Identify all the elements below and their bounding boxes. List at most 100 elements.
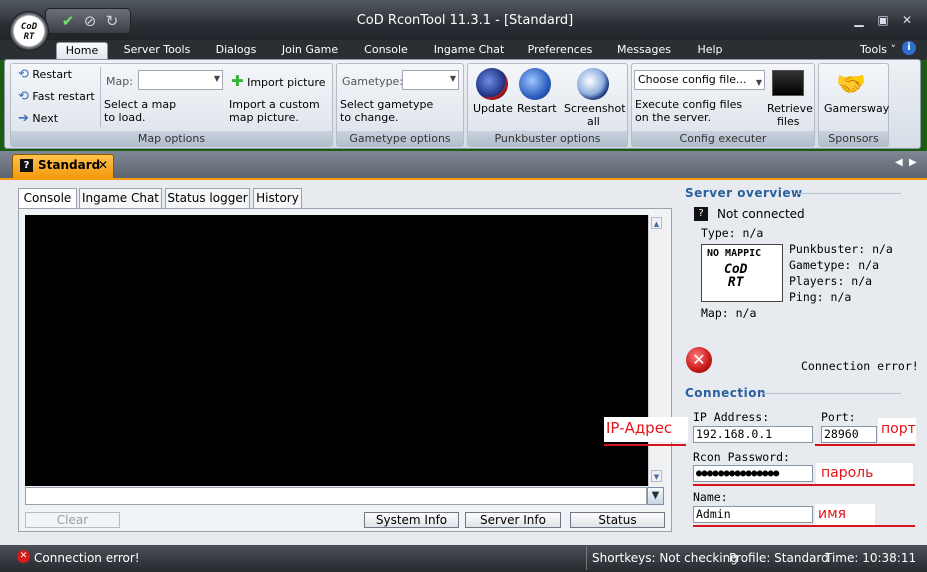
tab-console-view[interactable]: Console: [18, 188, 77, 210]
clear-button[interactable]: Clear: [25, 512, 120, 528]
tab-server-tools[interactable]: Server Tools: [118, 42, 196, 60]
config-hint-line2: on the server.: [635, 111, 712, 124]
retrieve-files-label-2[interactable]: files: [777, 115, 799, 128]
restart-icon: ⟲: [18, 67, 29, 82]
divider: [797, 193, 901, 194]
next-button[interactable]: ➔ Next: [18, 111, 58, 126]
fast-restart-button[interactable]: ⟲ Fast restart: [18, 89, 95, 104]
document-tab-close[interactable]: ✕: [98, 158, 108, 172]
retrieve-files-icon[interactable]: [772, 70, 804, 96]
divider: [763, 393, 901, 394]
handshake-icon[interactable]: 🤝: [836, 70, 866, 98]
import-picture-label: Import picture: [247, 76, 326, 89]
import-picture-button[interactable]: ✚ Import picture: [231, 72, 326, 90]
update-button-label[interactable]: Update: [473, 102, 513, 115]
import-hint-line2: map picture.: [229, 111, 299, 124]
profile-status: Profile: Standard: [729, 551, 829, 565]
update-icon[interactable]: [476, 68, 508, 100]
retrieve-files-label-1[interactable]: Retrieve: [767, 102, 813, 115]
server-type: Type: n/a: [701, 226, 764, 240]
map-label: Map:: [106, 75, 133, 88]
console-command-input[interactable]: [25, 487, 647, 505]
restart-button[interactable]: ⟲ Restart: [18, 67, 72, 82]
server-info-button[interactable]: Server Info: [465, 512, 561, 528]
shortkeys-status: Shortkeys: Not checking: [592, 551, 738, 565]
map-status: Map: n/a: [701, 306, 757, 320]
port-input[interactable]: 28960: [821, 426, 877, 443]
tab-history[interactable]: History: [253, 188, 302, 209]
question-icon: ?: [20, 159, 33, 172]
scroll-up-icon[interactable]: ▲: [651, 217, 662, 229]
screenshot-button-label-2[interactable]: all: [587, 115, 600, 128]
divider: [100, 67, 101, 127]
console-output[interactable]: [25, 215, 648, 486]
map-thumbnail-logo: CoD RT: [724, 262, 748, 290]
config-hint-line1: Execute config files: [635, 98, 743, 111]
map-hint-line2: to load.: [104, 111, 146, 124]
screenshot-button-label-1[interactable]: Screenshot: [564, 102, 626, 115]
document-tab-label: Standard: [38, 158, 101, 172]
tab-preferences[interactable]: Preferences: [522, 42, 598, 60]
config-file-placeholder: Choose config file...: [638, 73, 747, 86]
chevron-down-icon: ▼: [651, 490, 660, 501]
password-annotation: пароль: [821, 465, 874, 481]
help-info-icon[interactable]: i: [902, 41, 916, 55]
tab-console[interactable]: Console: [356, 42, 416, 60]
restart-pb-icon[interactable]: [519, 68, 551, 100]
port-annotation: порт: [881, 421, 916, 437]
ip-annotation: IP-Адрес: [606, 419, 673, 437]
tab-ingame-chat-view[interactable]: Ingame Chat: [79, 188, 162, 209]
system-info-button[interactable]: System Info: [364, 512, 459, 528]
gametype-label: Gametype:: [342, 75, 404, 88]
tab-scroll-left-icon[interactable]: ◀: [895, 157, 903, 168]
refresh-icon[interactable]: ↻: [102, 12, 122, 30]
logo-text: CoD RT: [20, 22, 38, 42]
app-logo[interactable]: CoD RT: [9, 11, 49, 51]
error-icon: ✕: [17, 550, 30, 563]
gamersway-button-label[interactable]: Gamersway: [824, 102, 889, 115]
ip-address-input[interactable]: 192.168.0.1: [693, 426, 813, 443]
tab-dialogs[interactable]: Dialogs: [207, 42, 265, 60]
port-label: Port:: [821, 410, 856, 424]
tab-status-logger[interactable]: Status logger: [165, 188, 250, 209]
gametype-select[interactable]: ▼: [402, 70, 459, 90]
maximize-button[interactable]: ▣: [876, 13, 890, 27]
window-title: CoD RconTool 11.3.1 - [Standard]: [356, 13, 574, 28]
map-thumbnail: NO MAPPIC CoD RT: [701, 244, 783, 302]
gametype-hint-line1: Select gametype: [340, 98, 434, 111]
document-tab-standard[interactable]: ? Standard ✕: [12, 154, 114, 178]
next-label: Next: [32, 112, 59, 125]
tab-scroll-right-icon[interactable]: ▶: [909, 157, 917, 168]
status-button[interactable]: Status: [570, 512, 665, 528]
chevron-down-icon: ▼: [449, 74, 456, 83]
name-label: Name:: [693, 490, 728, 504]
connection-heading: Connection: [685, 386, 767, 400]
config-file-select[interactable]: Choose config file... ▼: [634, 70, 765, 90]
screenshot-icon[interactable]: [577, 68, 609, 100]
tools-menu[interactable]: Tools ˅: [856, 42, 900, 60]
sponsors-label: Sponsors: [819, 131, 888, 146]
next-icon: ➔: [18, 111, 29, 126]
command-history-dropdown[interactable]: ▼: [647, 487, 664, 505]
scroll-down-icon[interactable]: ▼: [651, 470, 662, 482]
restart-pb-button-label[interactable]: Restart: [517, 102, 557, 115]
tab-messages[interactable]: Messages: [610, 42, 678, 60]
disconnect-icon[interactable]: ⊘: [80, 12, 100, 30]
tab-join-game[interactable]: Join Game: [276, 42, 344, 60]
ip-address-label: IP Address:: [693, 410, 770, 424]
tab-home[interactable]: Home: [56, 42, 108, 60]
rcon-password-input[interactable]: ●●●●●●●●●●●●●●●: [693, 465, 813, 482]
minimize-button[interactable]: ▁: [852, 13, 866, 27]
connection-status: Not connected: [717, 207, 805, 221]
close-button[interactable]: ✕: [900, 13, 914, 27]
map-select[interactable]: ▼: [138, 70, 223, 90]
document-tab-strip: [0, 151, 927, 179]
gametype-hint-line2: to change.: [340, 111, 399, 124]
checkmark-icon[interactable]: ✔: [58, 12, 78, 30]
tab-help[interactable]: Help: [690, 42, 730, 60]
restart-label: Restart: [32, 68, 72, 81]
password-annotation-underline: [693, 484, 915, 486]
name-input[interactable]: Admin: [693, 506, 813, 523]
tab-ingame-chat[interactable]: Ingame Chat: [428, 42, 510, 60]
rcon-password-label: Rcon Password:: [693, 450, 790, 464]
